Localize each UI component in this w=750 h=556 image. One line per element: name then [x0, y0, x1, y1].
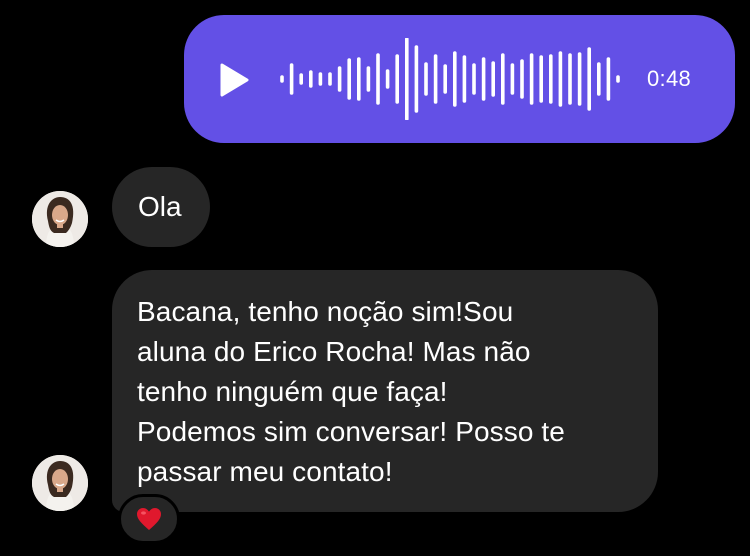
avatar[interactable]: [32, 455, 88, 511]
message-text-line: tenho ninguém que faça!: [137, 376, 448, 407]
audio-waveform: [280, 38, 620, 120]
play-icon[interactable]: [218, 62, 250, 98]
message-text-line: passar meu contato!: [137, 456, 393, 487]
message-text-line: Bacana, tenho noção sim!Sou: [137, 296, 514, 327]
message-text-line: Podemos sim conversar! Posso te: [137, 416, 565, 447]
voice-duration: 0:48: [647, 66, 692, 91]
avatar[interactable]: [32, 191, 88, 247]
chat-thread: 0:48 Ola Bacana, tenho noção sim!Sou alu…: [0, 0, 750, 556]
message-text: Ola: [138, 191, 182, 222]
reaction-badge[interactable]: [118, 494, 180, 544]
heart-icon: [137, 508, 161, 530]
message-bubble[interactable]: Ola: [112, 167, 210, 247]
message-bubble[interactable]: Bacana, tenho noção sim!Sou aluna do Eri…: [112, 270, 658, 512]
message-text-line: aluna do Erico Rocha! Mas não: [137, 336, 531, 367]
